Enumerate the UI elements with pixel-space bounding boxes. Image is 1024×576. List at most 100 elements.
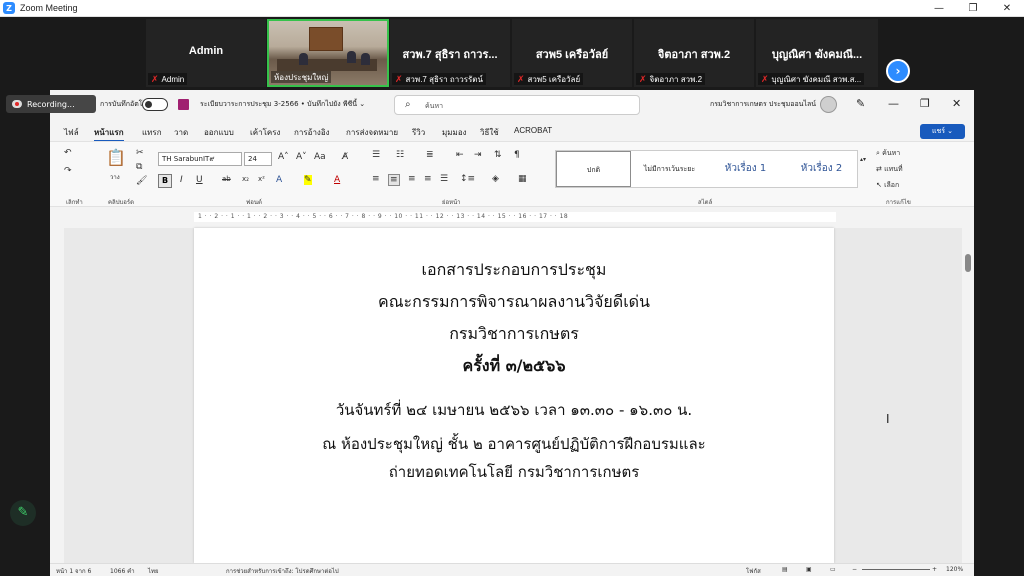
zoom-window: Z Zoom Meeting — ❐ ✕ Admin ✗ Admin ห้องปร… bbox=[0, 0, 1024, 576]
copy-icon[interactable]: ⧉ bbox=[136, 162, 142, 172]
participant-tile[interactable]: จิตอาภา สวพ.2 ✗ จิตอาภา สวพ.2 bbox=[634, 19, 754, 87]
participant-name: สวพ.7 สุธิรา ถาวร... bbox=[402, 49, 498, 61]
cut-icon[interactable]: ✂ bbox=[136, 148, 144, 158]
next-participants-button[interactable]: › bbox=[886, 59, 910, 83]
font-color-icon[interactable]: A bbox=[334, 175, 340, 185]
tab-draw[interactable]: วาด bbox=[174, 126, 188, 139]
avatar[interactable] bbox=[820, 96, 837, 113]
zoom-out-icon[interactable]: − bbox=[852, 566, 857, 573]
decrease-indent-icon[interactable]: ⇤ bbox=[456, 150, 464, 160]
tab-file[interactable]: ไฟล์ bbox=[64, 126, 79, 139]
document-title[interactable]: ระเบียบวาระการประชุม 3-2566 • บันทึกไปยั… bbox=[200, 99, 365, 110]
zoom-level[interactable]: 120% bbox=[946, 566, 963, 573]
text-effects-icon[interactable]: A bbox=[276, 175, 282, 185]
minimize-button[interactable]: — bbox=[922, 0, 956, 17]
tab-home[interactable]: หน้าแรก bbox=[94, 126, 124, 142]
underline-icon[interactable]: U bbox=[196, 175, 203, 185]
multilevel-list-icon[interactable]: ≣ bbox=[426, 150, 434, 160]
tab-acrobat[interactable]: ACROBAT bbox=[514, 126, 552, 135]
maximize-button[interactable]: ❐ bbox=[956, 0, 990, 17]
shrink-font-icon[interactable]: A˅ bbox=[296, 152, 307, 162]
scrollbar-thumb[interactable] bbox=[965, 254, 971, 272]
participant-tile[interactable]: บุญณิศา ฆังคมณี... ✗ บุญณิศา ฆังคมณี สวพ.… bbox=[756, 19, 878, 87]
replace-button[interactable]: ⇄ แทนที่ bbox=[876, 164, 903, 175]
subscript-icon[interactable]: x₂ bbox=[242, 175, 249, 183]
accessibility-status[interactable]: การช่วยสำหรับการเข้าถึง: โปรดศึกษาต่อไป bbox=[226, 566, 339, 576]
word-maximize-button[interactable]: ❐ bbox=[920, 97, 930, 110]
align-right-icon[interactable]: ≡ bbox=[408, 174, 416, 184]
doc-location-line-2: ถ่ายทอดเทคโนโลยี กรมวิชาการเกษตร bbox=[388, 463, 640, 481]
numbering-icon[interactable]: ☷ bbox=[396, 150, 404, 160]
style-normal[interactable]: ปกติ bbox=[556, 151, 631, 187]
align-left-icon[interactable]: ≡ bbox=[372, 174, 380, 184]
style-heading-1[interactable]: หัวเรื่อง 1 bbox=[708, 151, 783, 187]
distributed-icon[interactable]: ☰ bbox=[440, 174, 448, 184]
bullets-icon[interactable]: ☰ bbox=[372, 150, 380, 160]
select-button[interactable]: ↖ เลือก bbox=[876, 180, 899, 191]
redo-icon[interactable]: ↷ bbox=[64, 166, 72, 176]
grow-font-icon[interactable]: A˄ bbox=[278, 152, 289, 162]
zoom-in-icon[interactable]: + bbox=[932, 566, 937, 573]
tab-insert[interactable]: แทรก bbox=[142, 126, 162, 139]
zoom-slider[interactable] bbox=[862, 569, 930, 570]
line-spacing-icon[interactable]: ↕≡ bbox=[460, 174, 475, 184]
font-size-select[interactable]: 24 bbox=[244, 152, 272, 166]
highlight-icon[interactable]: ✎ bbox=[304, 175, 312, 185]
room-person bbox=[361, 53, 370, 65]
close-button[interactable]: ✕ bbox=[990, 0, 1024, 17]
annotate-pencil-icon[interactable]: ✎ bbox=[10, 500, 36, 526]
focus-mode[interactable]: โฟกัส bbox=[746, 566, 761, 576]
tab-design[interactable]: ออกแบบ bbox=[204, 126, 234, 139]
share-button[interactable]: แชร์ ⌄ bbox=[920, 124, 965, 139]
print-layout-icon[interactable]: ▣ bbox=[806, 566, 812, 573]
tab-review[interactable]: รีวิว bbox=[412, 126, 425, 139]
word-minimize-button[interactable]: — bbox=[888, 97, 899, 110]
tab-help[interactable]: วิธีใช้ bbox=[480, 126, 499, 139]
participant-tile[interactable]: สวพ5 เครือวัลย์ ✗ สวพ5 เครือวัลย์ bbox=[512, 19, 632, 87]
web-layout-icon[interactable]: ▭ bbox=[830, 566, 836, 573]
word-close-button[interactable]: ✕ bbox=[952, 97, 961, 110]
increase-indent-icon[interactable]: ⇥ bbox=[474, 150, 482, 160]
language[interactable]: ไทย bbox=[148, 566, 159, 576]
participant-tile[interactable]: สวพ.7 สุธิรา ถาวร... ✗ สวพ.7 สุธิรา ถาวรร… bbox=[390, 19, 510, 87]
pen-icon[interactable]: ✎ bbox=[856, 97, 865, 110]
participant-tile-meeting-room[interactable]: ห้องประชุมใหญ่ bbox=[267, 19, 389, 87]
page-count[interactable]: หน้า 1 จาก 6 bbox=[56, 566, 91, 576]
style-heading-2[interactable]: หัวเรื่อง 2 bbox=[784, 151, 859, 187]
format-painter-icon[interactable]: 🖌 bbox=[136, 176, 147, 186]
justify-icon[interactable]: ≡ bbox=[424, 174, 432, 184]
save-icon[interactable] bbox=[178, 99, 189, 110]
style-no-spacing[interactable]: ไม่มีการเว้นระยะ bbox=[632, 151, 707, 187]
undo-icon[interactable]: ↶ bbox=[64, 148, 72, 158]
group-label-clipboard: คลิปบอร์ด bbox=[108, 199, 135, 206]
tab-view[interactable]: มุมมอง bbox=[442, 126, 467, 139]
change-case-icon[interactable]: Aa bbox=[314, 152, 326, 162]
word-count[interactable]: 1066 คำ bbox=[110, 566, 135, 576]
shared-screen-word: การบันทึกอัตโนมัติ ระเบียบวาระการประชุม … bbox=[50, 90, 974, 576]
tab-references[interactable]: การอ้างอิง bbox=[294, 126, 330, 139]
show-marks-icon[interactable]: ¶ bbox=[514, 150, 520, 160]
document-page[interactable]: เอกสารประกอบการประชุม คณะกรรมการพิจารณาผ… bbox=[194, 228, 834, 563]
recording-indicator[interactable]: Recording... bbox=[6, 95, 96, 113]
participant-tile-admin[interactable]: Admin ✗ Admin bbox=[146, 19, 266, 87]
find-button[interactable]: ⌕ ค้นหา bbox=[876, 148, 900, 159]
superscript-icon[interactable]: x² bbox=[258, 175, 265, 183]
borders-icon[interactable]: ▦ bbox=[518, 174, 527, 184]
italic-icon[interactable]: I bbox=[180, 175, 183, 185]
vertical-scrollbar[interactable] bbox=[962, 228, 974, 563]
group-label-undo: เลิกทำ bbox=[66, 199, 83, 206]
bold-button[interactable]: B bbox=[158, 174, 172, 188]
sort-icon[interactable]: ⇅ bbox=[494, 150, 502, 160]
autosave-toggle[interactable] bbox=[142, 98, 168, 111]
read-mode-icon[interactable]: ▤ bbox=[782, 566, 788, 573]
tab-mailings[interactable]: การส่งจดหมาย bbox=[346, 126, 398, 139]
search-box[interactable]: ⌕ ค้นหา bbox=[394, 95, 640, 115]
tab-layout[interactable]: เค้าโครง bbox=[250, 126, 280, 139]
font-name-select[interactable]: TH SarabunIT๙ bbox=[158, 152, 242, 166]
shading-icon[interactable]: ◈ bbox=[492, 174, 499, 184]
paste-icon[interactable]: 📋 bbox=[106, 148, 126, 167]
clear-format-icon[interactable]: A̸ bbox=[342, 152, 348, 162]
align-center-icon[interactable]: ≡ bbox=[388, 174, 400, 186]
styles-scroll-icon[interactable]: ▴▾ bbox=[860, 156, 866, 163]
strikethrough-icon[interactable]: ab bbox=[222, 175, 231, 183]
